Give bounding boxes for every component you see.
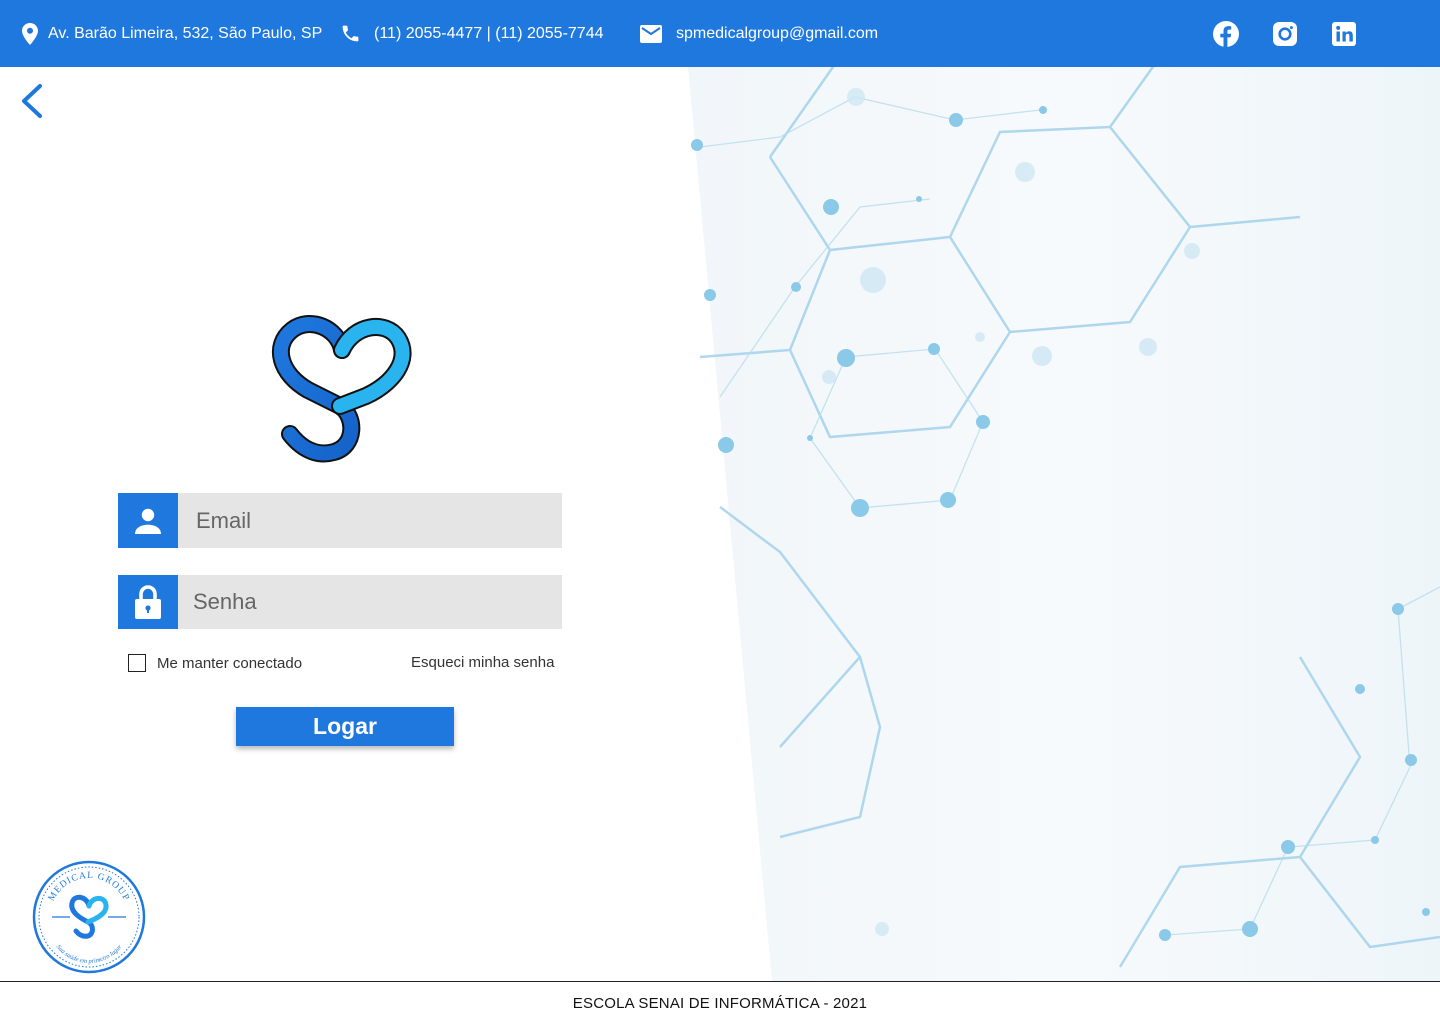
email-input[interactable]	[178, 493, 562, 548]
email-field-group	[118, 493, 562, 548]
login-button[interactable]: Logar	[236, 707, 454, 746]
chevron-left-icon	[22, 84, 42, 118]
remember-me-label: Me manter conectado	[157, 654, 303, 672]
address-text: Av. Barão Limeira, 532, São Paulo, SP	[48, 24, 323, 42]
facebook-icon[interactable]	[1213, 21, 1239, 47]
medical-group-seal: MEDICAL GROUP Sua saúde em primeiro luga…	[32, 860, 146, 974]
phone-info: (11) 2055-4477 | (11) 2055-7744	[340, 0, 604, 67]
user-icon	[118, 493, 178, 548]
address-info: Av. Barão Limeira, 532, São Paulo, SP	[22, 0, 322, 67]
top-contact-bar: Av. Barão Limeira, 532, São Paulo, SP (1…	[0, 0, 1440, 67]
instagram-icon[interactable]	[1272, 21, 1298, 47]
remember-me-checkbox[interactable]	[128, 654, 146, 672]
linkedin-icon[interactable]	[1331, 21, 1357, 47]
password-field-group	[118, 575, 562, 629]
remember-me-option[interactable]: Me manter conectado	[128, 654, 302, 672]
footer-text: ESCOLA SENAI DE INFORMÁTICA - 2021	[572, 994, 868, 1012]
email-text: spmedicalgroup@gmail.com	[676, 24, 879, 42]
brand-logo	[271, 315, 412, 463]
footer: ESCOLA SENAI DE INFORMÁTICA - 2021	[0, 981, 1440, 1024]
password-input[interactable]	[178, 575, 562, 629]
email-info: spmedicalgroup@gmail.com	[640, 0, 878, 67]
lock-icon	[118, 575, 178, 629]
phone-icon	[340, 23, 361, 44]
phone-text: (11) 2055-4477 | (11) 2055-7744	[374, 24, 604, 42]
back-arrow-button[interactable]	[18, 82, 48, 122]
mail-icon	[640, 24, 662, 43]
location-pin-icon	[22, 22, 38, 45]
forgot-password-link[interactable]: Esqueci minha senha	[411, 654, 554, 671]
